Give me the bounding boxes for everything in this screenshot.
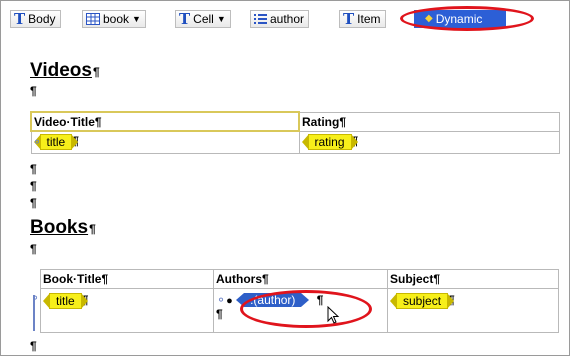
- highlight-ellipse: [240, 290, 372, 328]
- crumb-author[interactable]: author: [250, 10, 310, 28]
- books-cell-title[interactable]: title¶: [40, 288, 214, 333]
- videos-header-title[interactable]: Video·Title¶: [30, 111, 300, 132]
- row-repeat-handle[interactable]: ⚬: [30, 291, 40, 305]
- pilcrow: ¶: [30, 242, 37, 256]
- pilcrow: ¶: [30, 196, 37, 210]
- videos-header-rating[interactable]: Rating¶: [298, 111, 560, 132]
- text-t-icon: T: [343, 9, 355, 28]
- text-t-icon: T: [14, 9, 26, 28]
- crumb-item[interactable]: T Item: [339, 10, 386, 28]
- chevron-down-icon[interactable]: ▼: [132, 11, 141, 27]
- list-repeat-handle[interactable]: ⚬: [216, 293, 226, 307]
- pilcrow: ¶: [30, 162, 37, 176]
- crumb-body[interactable]: T Body: [10, 10, 61, 28]
- table-icon: [86, 13, 100, 25]
- books-header-authors[interactable]: Authors¶: [213, 269, 388, 289]
- videos-cell-title[interactable]: title¶: [30, 130, 300, 154]
- videos-cell-rating[interactable]: rating¶: [298, 130, 560, 154]
- list-icon: [254, 14, 267, 24]
- pilcrow: ¶: [30, 179, 37, 193]
- title-tag[interactable]: title: [43, 293, 88, 309]
- books-header-subject[interactable]: Subject¶: [387, 269, 559, 289]
- crumb-cell[interactable]: T Cell ▼: [175, 10, 231, 28]
- crumb-book[interactable]: book ▼: [82, 10, 146, 28]
- videos-table: Video·Title¶ Rating¶ title¶ rating¶: [30, 111, 560, 154]
- rating-tag[interactable]: rating: [301, 134, 358, 150]
- highlight-ellipse: [400, 6, 534, 31]
- text-t-icon: T: [179, 9, 191, 28]
- row-repeat-handle[interactable]: ⚬: [32, 135, 42, 149]
- pilcrow: ¶: [30, 339, 37, 353]
- books-cell-subject[interactable]: subject¶: [387, 288, 559, 333]
- mouse-cursor-icon: [327, 306, 340, 324]
- books-heading: Books¶: [30, 217, 96, 238]
- element-breadcrumb-bar: T Body book ▼ T Cell ▼ author T Item ◆ D…: [4, 3, 564, 35]
- subject-tag[interactable]: subject: [389, 293, 455, 309]
- bullet-icon: ●: [226, 295, 233, 307]
- books-header-title[interactable]: Book·Title¶: [40, 269, 214, 289]
- title-tag[interactable]: title: [33, 134, 78, 151]
- chevron-down-icon[interactable]: ▼: [217, 11, 226, 27]
- pilcrow: ¶: [30, 84, 37, 98]
- videos-heading: Videos¶: [30, 60, 100, 81]
